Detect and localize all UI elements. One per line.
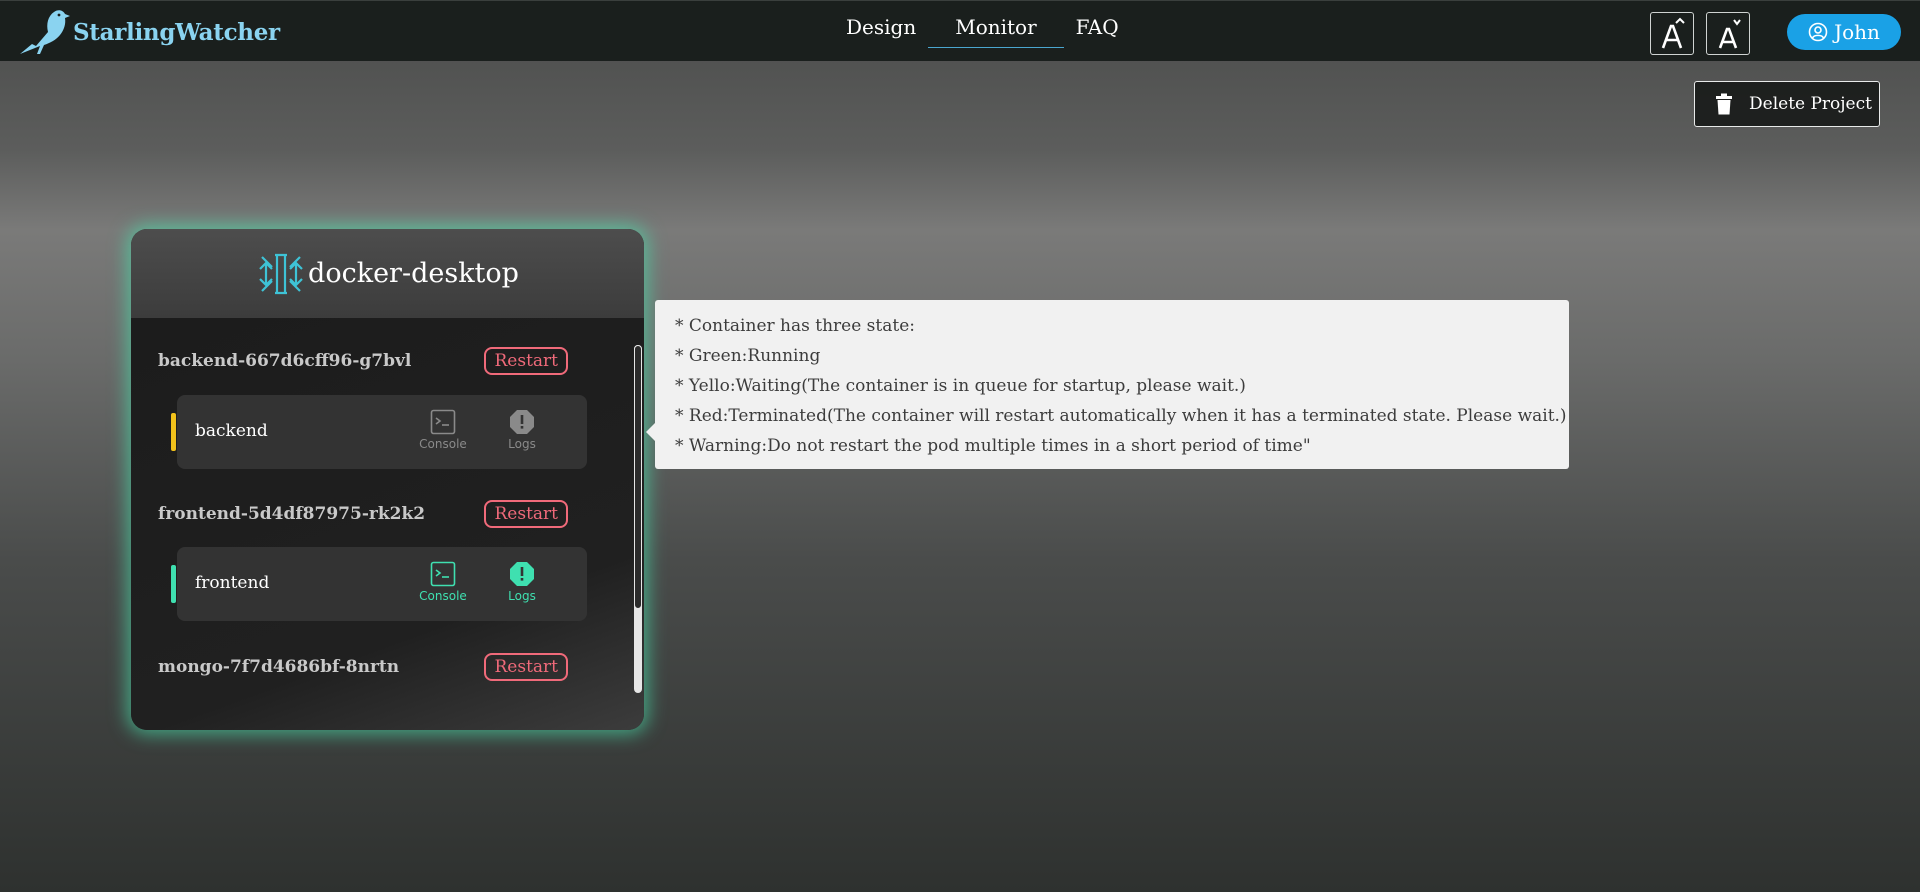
container-card: frontend Console Logs <box>171 547 587 621</box>
container-state-indicator <box>171 413 176 451</box>
logs-button[interactable]: Logs <box>492 561 552 603</box>
nav-design[interactable]: Design <box>830 1 932 48</box>
trash-icon <box>1716 93 1732 115</box>
tooltip-line: * Container has three state: <box>675 316 915 336</box>
nav-monitor[interactable]: Monitor <box>928 1 1064 48</box>
tooltip-line: * Green:Running <box>675 346 821 366</box>
node-title: docker-desktop <box>308 258 519 289</box>
pod-row: mongo-7f7d4686bf-8nrtn Restart <box>158 651 568 683</box>
restart-button[interactable]: Restart <box>484 500 568 528</box>
main-nav: Design Monitor FAQ <box>830 1 1135 62</box>
user-name: John <box>1834 20 1880 44</box>
terminal-icon <box>430 409 456 435</box>
console-button[interactable]: Console <box>413 561 473 603</box>
console-label: Console <box>419 437 467 451</box>
node-header: docker-desktop <box>131 229 644 318</box>
logs-label: Logs <box>508 437 536 451</box>
starling-bird-icon <box>20 10 70 54</box>
container-name: frontend <box>195 573 270 593</box>
restart-button[interactable]: Restart <box>484 347 568 375</box>
font-size-decrease-icon <box>1718 18 1741 48</box>
font-size-increase-icon <box>1661 17 1685 48</box>
brand-logo-link[interactable]: StarlingWatcher <box>18 7 280 57</box>
terminal-icon <box>430 561 456 587</box>
logs-label: Logs <box>508 589 536 603</box>
tooltip-line: * Yello:Waiting(The container is in queu… <box>675 376 1246 396</box>
container-state-indicator <box>171 565 176 603</box>
kubernetes-node-icon <box>259 253 303 294</box>
nav-faq[interactable]: FAQ <box>1060 1 1135 48</box>
font-increase-button[interactable] <box>1650 12 1694 55</box>
scrollbar-thumb[interactable] <box>634 345 642 609</box>
pod-list: backend-667d6cff96-g7bvl Restart backend… <box>131 318 644 730</box>
container-state-tooltip: * Container has three state: * Green:Run… <box>646 300 1569 469</box>
tooltip-line: * Red:Terminated(The container will rest… <box>675 406 1567 426</box>
logs-button[interactable]: Logs <box>492 409 552 451</box>
user-circle-icon <box>1808 22 1828 42</box>
container-card: backend Console Logs <box>171 395 587 469</box>
alert-octagon-icon <box>510 562 534 586</box>
pod-list-scrollbar[interactable] <box>634 345 642 693</box>
delete-project-label: Delete Project <box>1749 94 1872 114</box>
console-button[interactable]: Console <box>413 409 473 451</box>
pod-row: backend-667d6cff96-g7bvl Restart <box>158 345 568 377</box>
pod-row: frontend-5d4df87975-rk2k2 Restart <box>158 498 568 530</box>
delete-project-button[interactable]: Delete Project <box>1694 81 1880 127</box>
tooltip-line: * Warning:Do not restart the pod multipl… <box>675 436 1311 456</box>
node-card: docker-desktop backend-667d6cff96-g7bvl … <box>131 229 644 730</box>
pod-name: frontend-5d4df87975-rk2k2 <box>158 504 426 524</box>
top-navbar: StarlingWatcher Design Monitor FAQ John <box>0 0 1920 61</box>
user-menu-button[interactable]: John <box>1787 14 1901 50</box>
pod-name: backend-667d6cff96-g7bvl <box>158 351 412 371</box>
alert-octagon-icon <box>510 410 534 434</box>
font-decrease-button[interactable] <box>1706 12 1750 55</box>
brand-name: StarlingWatcher <box>73 18 280 46</box>
pod-name: mongo-7f7d4686bf-8nrtn <box>158 657 400 677</box>
container-name: backend <box>195 421 268 441</box>
restart-button[interactable]: Restart <box>484 653 568 681</box>
console-label: Console <box>419 589 467 603</box>
